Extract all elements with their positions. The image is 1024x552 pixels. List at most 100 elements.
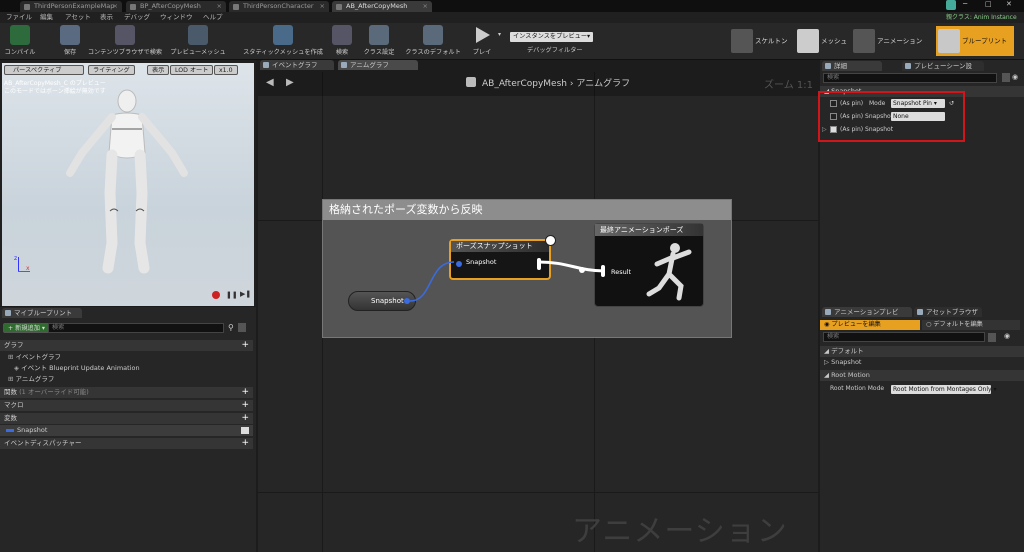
details-search-input[interactable]: 検索 <box>823 73 997 83</box>
row-snapshot[interactable]: ▷ Snapshot <box>820 357 1024 368</box>
lighting-label: ライティング <box>93 67 130 74</box>
section-event-dispatchers[interactable]: イベントディスパッチャー + <box>0 438 253 449</box>
make-static-mesh-button[interactable]: スタティックメッシュを作成 <box>240 25 326 59</box>
tab-bp-aftercopymesh[interactable]: BP_AfterCopyMesh × <box>126 1 226 12</box>
show-button[interactable]: 表示 <box>147 65 170 75</box>
lighting-button[interactable]: ライティング <box>88 65 135 75</box>
tab-event-graph[interactable]: イベントグラフ <box>260 60 334 70</box>
section-defaults[interactable]: ◢ デフォルト <box>820 346 1024 357</box>
highlight-box <box>818 91 965 142</box>
tab-thirdpersoncharacter[interactable]: ThirdPersonCharacter × <box>229 1 329 12</box>
root-motion-mode-select[interactable]: Root Motion from Montages Only ▾ <box>891 385 997 394</box>
menu-edit[interactable]: 編集 <box>40 12 53 23</box>
compile-button[interactable]: コンパイル <box>2 25 38 59</box>
preview-search-input[interactable]: 検索 <box>823 332 985 342</box>
preview-mesh-label: プレビューメッシュ <box>170 49 226 56</box>
tab-label: アセットブラウザ <box>926 308 978 316</box>
tab-anim-preview[interactable]: アニメーションプレビ <box>822 307 912 317</box>
menu-file[interactable]: ファイル <box>6 12 32 23</box>
mode-blueprint[interactable]: ブループリント <box>936 26 1014 56</box>
section-label: デフォルト <box>831 347 864 355</box>
add-graph-icon[interactable]: + <box>241 340 249 351</box>
find-button[interactable]: 検索 <box>332 25 352 59</box>
tab-label: BP_AfterCopyMesh <box>140 2 201 10</box>
level-icon <box>24 4 30 10</box>
browse-button[interactable]: コンテンツブラウザで検索 <box>85 25 165 59</box>
section-root-motion[interactable]: ◢ Root Motion <box>820 370 1024 381</box>
property-matrix-icon[interactable] <box>988 333 996 342</box>
edit-preview-radio[interactable]: ◉ プレビューを編集 <box>820 320 920 330</box>
tab-asset-browser[interactable]: アセットブラウザ <box>914 307 982 317</box>
section-macros[interactable]: マクロ + <box>0 400 253 411</box>
add-dispatcher-icon[interactable]: + <box>241 438 249 449</box>
debug-instance-select[interactable]: インスタンスをプレビュー▾ <box>510 32 594 42</box>
graph-item-anim-graph[interactable]: ⊞ アニムグラフ <box>8 374 54 385</box>
mesh-icon <box>797 29 819 53</box>
source-control-icon[interactable] <box>946 0 956 10</box>
add-macro-icon[interactable]: + <box>241 400 249 411</box>
pause-button[interactable]: ❚❚ <box>226 291 238 299</box>
menu-view[interactable]: 表示 <box>100 12 113 23</box>
eye-icon[interactable]: ◉ <box>1012 73 1018 81</box>
play-options-dropdown[interactable]: ▾ <box>498 31 501 38</box>
play-button[interactable]: プレイ <box>470 25 494 59</box>
event-item-update-animation[interactable]: ◈ イベント Blueprint Update Animation <box>14 363 140 374</box>
parent-class-label: 親クラス: Anim Instance <box>946 14 1017 21</box>
lod-label: LOD オート <box>175 67 209 74</box>
anim-graph-canvas[interactable]: ◀ ▶ AB_AfterCopyMesh › アニムグラフ ズーム 1:1 格納… <box>258 72 818 552</box>
item-label: イベントグラフ <box>15 353 62 361</box>
search-icon[interactable]: ⚲ <box>228 323 234 332</box>
class-settings-button[interactable]: クラス設定 <box>362 25 396 59</box>
mode-animation[interactable]: アニメーション <box>851 26 933 56</box>
graph-watermark: アニメーション <box>572 514 788 549</box>
eye-icon[interactable]: ◉ <box>1004 332 1010 340</box>
tab-preview-scene[interactable]: プレビューシーン設 <box>902 61 984 71</box>
step-forward-button[interactable]: ▶❚ <box>240 290 251 298</box>
section-functions[interactable]: 関数 (1 オーバーライド可能) + <box>0 387 253 398</box>
close-icon[interactable]: × <box>423 1 428 12</box>
mode-skeleton[interactable]: スケルトン <box>729 26 793 56</box>
class-defaults-button[interactable]: クラスのデフォルト <box>402 25 464 59</box>
preview-mesh-button[interactable]: プレビューメッシュ <box>168 25 228 59</box>
tab-details[interactable]: 詳細 <box>822 61 882 71</box>
close-window-button[interactable]: ✕ <box>1006 0 1024 9</box>
tab-ab-aftercopymesh[interactable]: AB_AfterCopyMesh × <box>332 1 432 12</box>
menu-debug[interactable]: デバッグ <box>124 12 150 23</box>
close-icon[interactable]: × <box>113 1 118 12</box>
tab-my-blueprint[interactable]: マイブループリント <box>2 308 82 318</box>
menu-window[interactable]: ウィンドウ <box>160 12 193 23</box>
axis-gizmo-icon: x z <box>14 255 30 272</box>
save-button[interactable]: 保存 <box>58 25 82 59</box>
tab-thirdpersonexamplemap[interactable]: ThirdPersonExampleMap × <box>20 1 122 12</box>
add-function-icon[interactable]: + <box>241 387 249 398</box>
add-new-button[interactable]: + 新規追加 ▾ <box>3 323 50 333</box>
speed-label: x1.0 <box>219 67 233 74</box>
graph-icon <box>263 62 269 68</box>
minimize-button[interactable]: ─ <box>963 0 981 9</box>
edit-defaults-radio[interactable]: ○ デフォルトを編集 <box>922 320 1020 330</box>
perspective-button[interactable]: パースペクティブ <box>4 65 84 75</box>
menu-help[interactable]: ヘルプ <box>203 12 223 23</box>
lod-button[interactable]: LOD オート <box>170 65 214 75</box>
tab-label: アニメーションプレビ <box>834 308 899 316</box>
view-options-icon[interactable] <box>238 323 246 332</box>
menu-asset[interactable]: アセット <box>65 12 91 23</box>
skeleton-icon <box>731 29 753 53</box>
close-icon[interactable]: × <box>320 1 325 12</box>
visibility-eye-icon[interactable] <box>241 427 249 434</box>
variable-item-snapshot[interactable]: Snapshot <box>0 425 253 436</box>
section-label: グラフ <box>4 341 24 349</box>
section-graphs[interactable]: グラフ + <box>0 340 253 351</box>
maximize-button[interactable]: □ <box>985 0 1003 9</box>
record-button[interactable] <box>212 291 220 299</box>
close-icon[interactable]: × <box>217 1 222 12</box>
graph-item-event-graph[interactable]: ⊞ イベントグラフ <box>8 352 61 363</box>
blueprint-search-input[interactable]: 検索 <box>48 323 224 333</box>
speed-button[interactable]: x1.0 <box>214 65 238 75</box>
tab-anim-graph[interactable]: アニムグラフ <box>338 60 418 70</box>
add-variable-icon[interactable]: + <box>241 413 249 424</box>
viewport-scene[interactable]: x z ❚❚ ▶❚ <box>2 63 254 306</box>
section-variables[interactable]: 変数 + <box>0 413 253 424</box>
mode-mesh[interactable]: メッシュ <box>795 26 849 56</box>
property-matrix-icon[interactable] <box>1002 73 1010 82</box>
